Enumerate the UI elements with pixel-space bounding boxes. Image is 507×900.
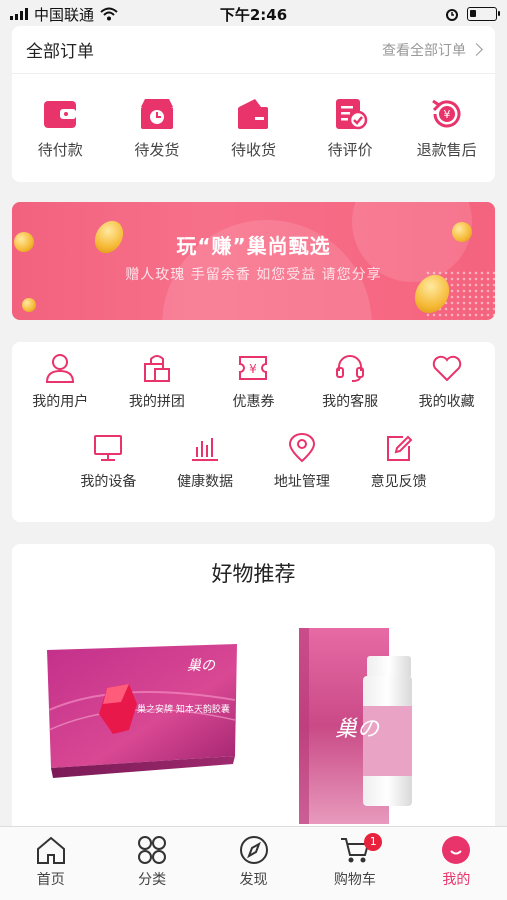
location-icon xyxy=(288,433,315,463)
battery-icon xyxy=(467,7,500,21)
heart-icon xyxy=(432,355,461,382)
home-icon xyxy=(36,836,65,864)
clock-box-icon xyxy=(140,98,173,129)
order-refund[interactable]: ¥ 退款售后 xyxy=(398,97,495,160)
banner-subtitle: 赠人玫瑰 手留余香 如您受益 请您分享 xyxy=(125,267,382,283)
coupon-icon: ¥ xyxy=(239,356,268,380)
tab-discover[interactable]: 发现 xyxy=(203,827,304,900)
order-item-label: 待评价 xyxy=(327,140,373,159)
product-image-capsule-box[interactable]: 巢之安牌 知本天韵胶囊 巢の xyxy=(37,640,237,780)
tab-home[interactable]: 首页 xyxy=(0,827,101,900)
order-pending-review[interactable]: 待评价 xyxy=(302,97,399,160)
product-box-text: 巢之安牌 知本天韵胶囊 xyxy=(137,703,230,715)
bottom-tab-bar: 首页 分类 发现 1 购物车 我的 xyxy=(0,826,507,900)
bar-chart-icon xyxy=(192,438,219,461)
orders-title: 全部订单 xyxy=(26,42,94,62)
order-item-label: 待发货 xyxy=(134,140,180,159)
order-pending-shipment[interactable]: 待发货 xyxy=(109,97,206,160)
profile-icon xyxy=(442,836,471,864)
status-bar: 中国联通 下午2:46 xyxy=(0,0,507,28)
brand-mark: 巢の xyxy=(187,658,216,674)
package-icon xyxy=(238,98,269,129)
banner-title: 玩“赚”巢尚甄选 xyxy=(176,234,331,258)
tab-profile[interactable]: 我的 xyxy=(406,827,507,900)
tab-label: 分类 xyxy=(138,872,167,888)
service-coupons[interactable]: ¥ 优惠券 xyxy=(205,353,302,411)
service-label: 我的客服 xyxy=(322,394,379,410)
tab-label: 我的 xyxy=(442,872,471,888)
tab-label: 首页 xyxy=(36,872,65,888)
tab-label: 购物车 xyxy=(333,872,376,888)
refund-icon: ¥ xyxy=(431,99,461,127)
service-health-data[interactable]: 健康数据 xyxy=(157,433,254,491)
service-label: 健康数据 xyxy=(177,474,234,490)
service-label: 我的设备 xyxy=(80,474,137,490)
service-label: 地址管理 xyxy=(273,474,330,490)
coin-icon xyxy=(22,298,36,312)
edit-icon xyxy=(386,435,413,461)
order-pending-payment[interactable]: 待付款 xyxy=(12,97,109,160)
svg-text:¥: ¥ xyxy=(250,362,258,376)
service-label: 我的用户 xyxy=(32,394,89,410)
clock: 下午2:46 xyxy=(219,5,288,24)
orders-card: 全部订单 查看全部订单 待付款 待发货 待收货 待评价 ¥ 退款售后 xyxy=(12,26,495,182)
svg-text:¥: ¥ xyxy=(443,108,450,121)
orders-header[interactable]: 全部订单 查看全部订单 xyxy=(12,26,495,74)
service-label: 意见反馈 xyxy=(370,474,427,490)
group-buy-icon xyxy=(143,355,170,382)
service-my-users[interactable]: 我的用户 xyxy=(12,353,109,411)
tab-category[interactable]: 分类 xyxy=(101,827,202,900)
user-icon xyxy=(46,354,75,383)
order-pending-receipt[interactable]: 待收货 xyxy=(205,97,302,160)
service-label: 优惠券 xyxy=(232,394,275,410)
order-item-label: 待收货 xyxy=(230,140,276,159)
wallet-icon xyxy=(44,100,77,128)
tab-cart[interactable]: 1 购物车 xyxy=(304,827,405,900)
wifi-icon xyxy=(100,7,118,21)
service-label: 我的收藏 xyxy=(418,394,475,410)
service-label: 我的拼团 xyxy=(128,394,185,410)
compass-icon xyxy=(239,836,268,864)
service-customer-support[interactable]: 我的客服 xyxy=(302,353,399,411)
carrier-label: 中国联通 xyxy=(34,5,95,24)
services-card: 我的用户 我的拼团 ¥ 优惠券 我的客服 我的收藏 我的设备 健康数据 地址管理… xyxy=(12,342,495,522)
view-all-label: 查看全部订单 xyxy=(382,42,466,59)
service-my-devices[interactable]: 我的设备 xyxy=(60,433,157,491)
service-feedback[interactable]: 意见反馈 xyxy=(350,433,447,491)
brand-mark: 巢の xyxy=(335,717,381,742)
chevron-right-icon xyxy=(470,43,483,56)
view-all-orders-link[interactable]: 查看全部订单 xyxy=(382,40,483,60)
signal-icon xyxy=(10,8,28,20)
product-image-bottle[interactable]: 巢の xyxy=(297,626,412,826)
recommend-section: 好物推荐 巢之安牌 知本天韵胶囊 巢の 巢の xyxy=(12,544,495,834)
order-item-label: 退款售后 xyxy=(416,140,477,159)
service-group-buy[interactable]: 我的拼团 xyxy=(109,353,206,411)
promo-banner[interactable]: 玩“赚”巢尚甄选 赠人玫瑰 手留余香 如您受益 请您分享 xyxy=(12,202,495,320)
service-address[interactable]: 地址管理 xyxy=(254,433,351,491)
monitor-icon xyxy=(94,435,123,461)
recommend-title: 好物推荐 xyxy=(211,562,296,586)
service-favorites[interactable]: 我的收藏 xyxy=(398,353,495,411)
tab-label: 发现 xyxy=(239,872,268,888)
alarm-icon xyxy=(446,9,458,21)
category-icon xyxy=(138,836,167,864)
review-icon xyxy=(336,98,368,129)
order-item-label: 待付款 xyxy=(37,140,83,159)
cart-badge: 1 xyxy=(364,833,383,851)
headset-icon xyxy=(336,355,365,382)
